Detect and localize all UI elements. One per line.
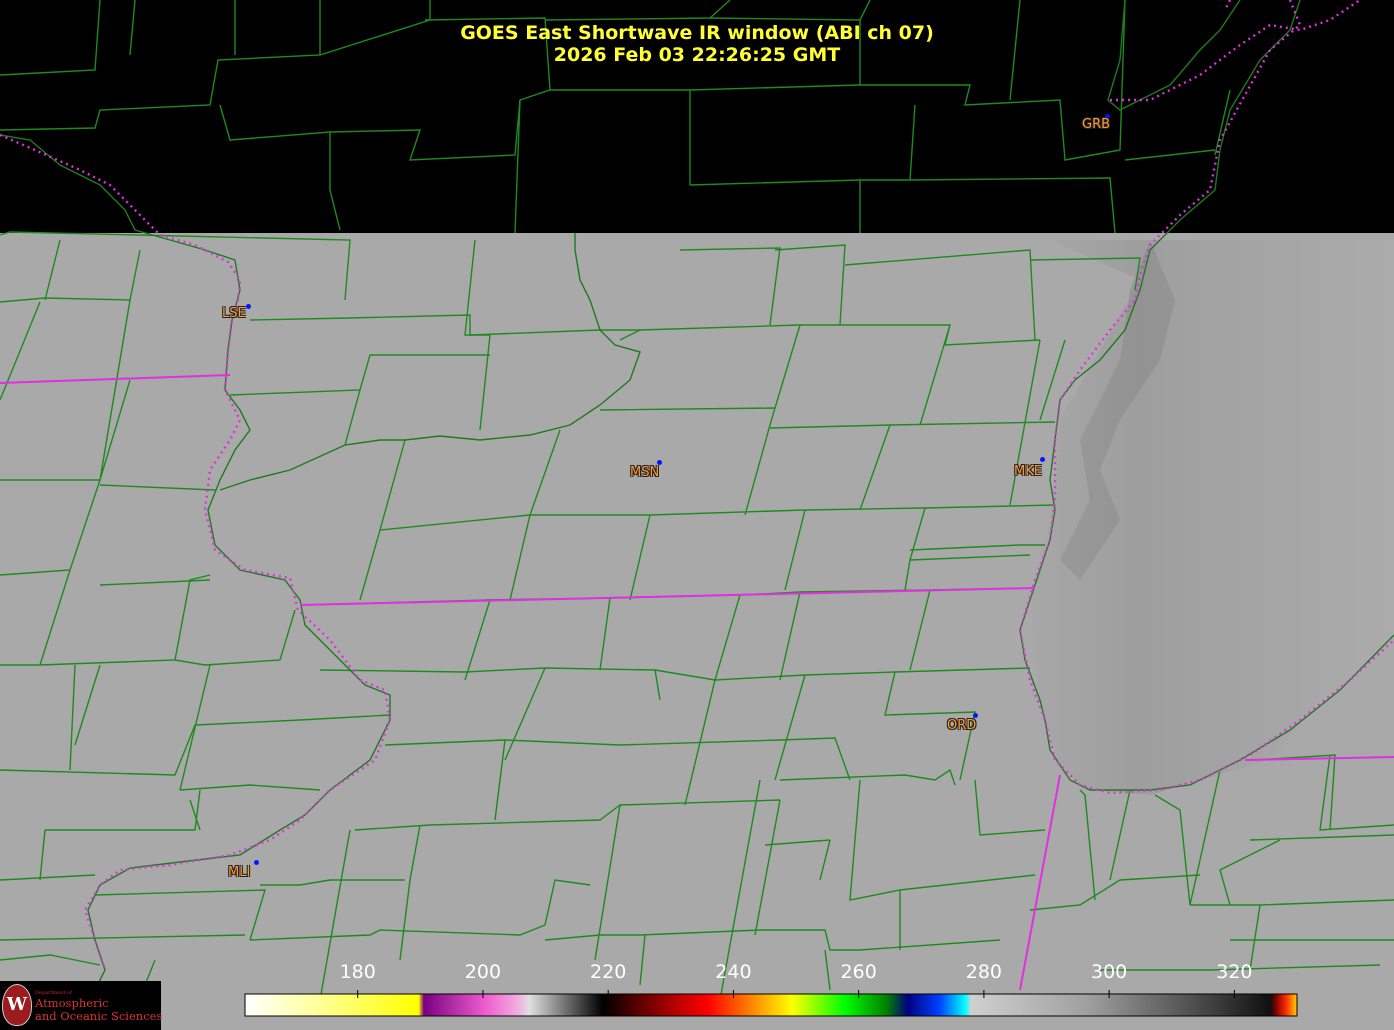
city-marker-mke bbox=[1040, 457, 1045, 462]
satellite-map bbox=[0, 0, 1394, 1030]
colorbar-tick-label: 280 bbox=[965, 961, 1003, 983]
city-label-mli: MLI bbox=[228, 865, 251, 880]
colorbar-tick-label: 320 bbox=[1216, 961, 1253, 983]
city-label-ord: ORD bbox=[947, 718, 977, 733]
city-marker-mli bbox=[254, 860, 259, 865]
image-title: GOES East Shortwave IR window (ABI ch 07… bbox=[460, 22, 934, 44]
city-label-mke: MKE bbox=[1014, 464, 1042, 479]
colorbar-tick-label: 300 bbox=[1091, 961, 1128, 983]
colorbar-tick-label: 200 bbox=[464, 961, 502, 983]
uw-seal-icon: W bbox=[2, 984, 32, 1026]
aos-logo: W Department of Atmospheric and Oceanic … bbox=[0, 981, 163, 1030]
colorbar-tick-label: 180 bbox=[339, 961, 376, 983]
image-timestamp: 2026 Feb 03 22:26:25 GMT bbox=[553, 44, 841, 66]
city-marker-lse bbox=[246, 304, 251, 309]
city-label-grb: GRB bbox=[1082, 117, 1111, 132]
city-label-lse: LSE bbox=[222, 306, 246, 321]
city-label-msn: MSN bbox=[630, 465, 660, 480]
logo-line2: and Oceanic Sciences bbox=[35, 1009, 163, 1023]
logo-line1: Atmospheric bbox=[35, 996, 109, 1010]
colorbar-tick-label: 260 bbox=[840, 961, 877, 983]
colorbar bbox=[244, 990, 1298, 1017]
colorbar-tick-label: 240 bbox=[715, 961, 752, 983]
colorbar-tick-label: 220 bbox=[590, 961, 627, 983]
